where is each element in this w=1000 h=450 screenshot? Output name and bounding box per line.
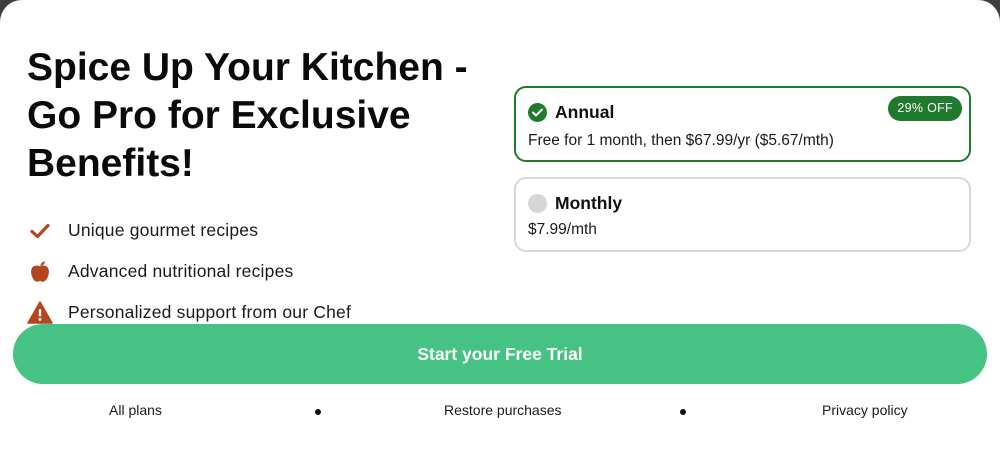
apple-icon xyxy=(27,259,53,285)
benefit-label: Advanced nutritional recipes xyxy=(68,261,294,281)
selected-check-icon xyxy=(528,103,547,122)
plan-price: Free for 1 month, then $67.99/yr ($5.67/… xyxy=(528,132,834,149)
footer-links: All plans Restore purchases Privacy poli… xyxy=(0,402,1000,422)
plan-option-monthly[interactable]: Monthly $7.99/mth xyxy=(514,177,971,252)
unselected-radio-icon xyxy=(528,194,547,213)
benefit-item: Unique gourmet recipes xyxy=(27,210,487,251)
all-plans-link[interactable]: All plans xyxy=(109,402,162,418)
benefit-item: Advanced nutritional recipes xyxy=(27,251,487,292)
paywall-sheet: Spice Up Your Kitchen - Go Pro for Exclu… xyxy=(0,0,1000,450)
plan-name: Annual xyxy=(555,102,615,122)
warning-icon xyxy=(27,300,53,326)
privacy-policy-link[interactable]: Privacy policy xyxy=(822,402,908,418)
benefit-label: Unique gourmet recipes xyxy=(68,220,259,240)
discount-badge: 29% OFF xyxy=(888,96,962,121)
separator-dot xyxy=(315,409,321,415)
plan-option-annual[interactable]: Annual Free for 1 month, then $67.99/yr … xyxy=(514,86,971,162)
page-title: Spice Up Your Kitchen - Go Pro for Exclu… xyxy=(27,46,468,185)
plan-name: Monthly xyxy=(555,193,623,213)
separator-dot xyxy=(680,409,686,415)
plan-price: $7.99/mth xyxy=(528,221,597,238)
restore-purchases-link[interactable]: Restore purchases xyxy=(444,402,562,418)
check-icon xyxy=(27,218,53,244)
start-free-trial-button[interactable]: Start your Free Trial xyxy=(13,324,987,384)
benefits-list: Unique gourmet recipes Advanced nutritio… xyxy=(27,210,487,333)
benefit-label: Personalized support from our Chef xyxy=(68,302,352,322)
